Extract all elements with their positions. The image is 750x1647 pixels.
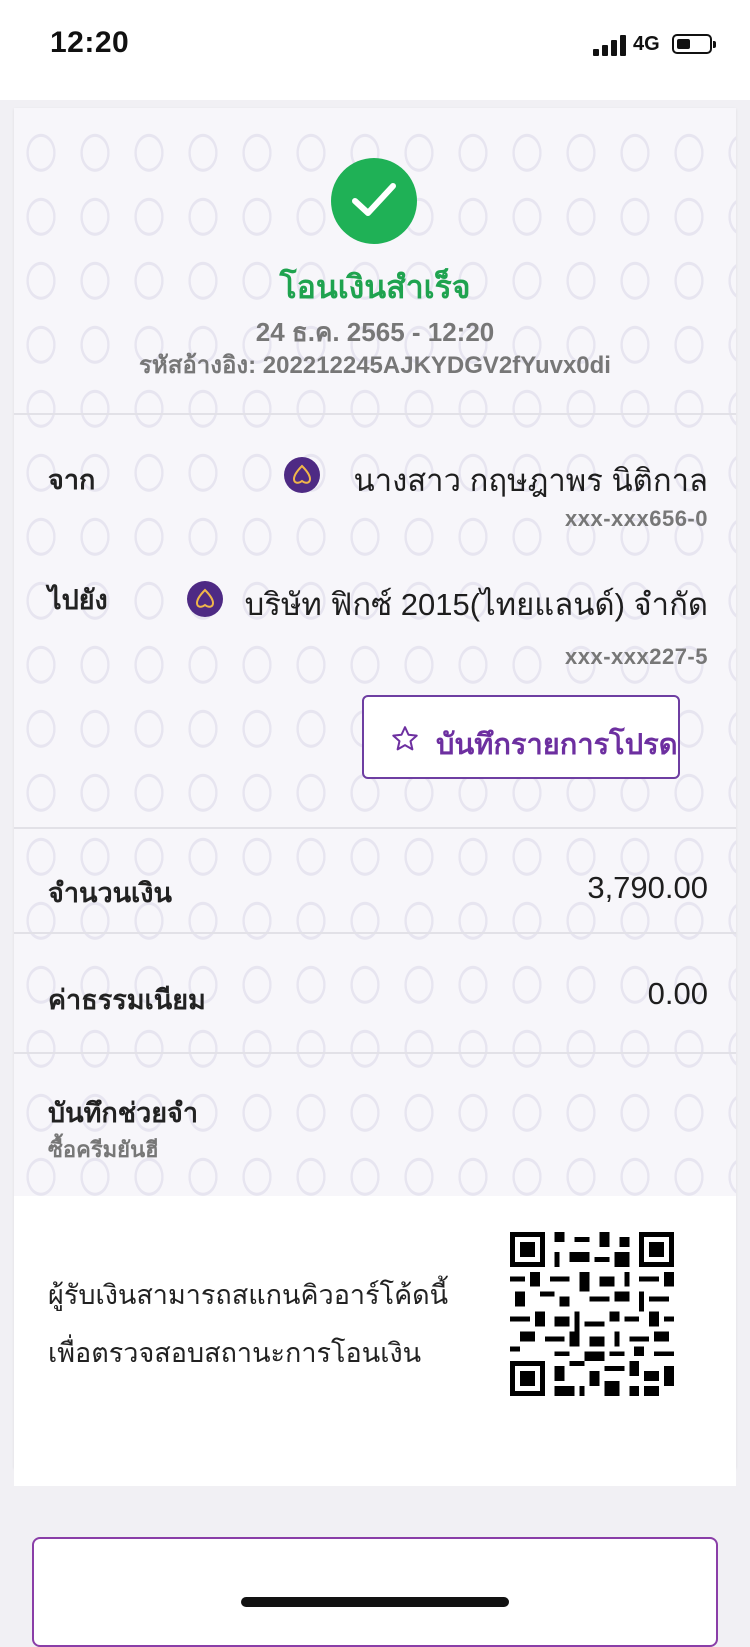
qr-instruction: ผู้รับเงินสามารถสแกนคิวอาร์โค้ดนี้ เพื่อ… [48,1266,488,1382]
memo-value: ซื้อครีมยันฮี [48,1137,159,1162]
divider [14,827,736,829]
signal-icon [593,34,627,56]
success-check-icon [331,158,417,244]
qr-code-icon [510,1232,674,1396]
divider [14,413,736,415]
bank-logo-icon [284,457,320,493]
save-favorite-label: บันทึกรายการโปรด [436,729,678,761]
home-indicator[interactable] [241,1597,509,1607]
reference-code: รหัสอ้างอิง: 202212245AJKYDGV2fYuvx0di [139,352,611,379]
save-favorite-button[interactable]: บันทึกรายการโปรด [362,695,680,779]
qr-instruction-line1: ผู้รับเงินสามารถสแกนคิวอาร์โค้ดนี้ [48,1280,449,1310]
recipient-account: xxx-xxx227-5 [564,644,708,669]
sender-name: นางสาว กฤษฎาพร นิติกาล [353,463,708,498]
transfer-receipt: โอนเงินสำเร็จ 24 ธ.ค. 2565 - 12:20 รหัสอ… [14,108,736,1486]
amount-value: 3,790.00 [587,870,708,905]
memo-label: บันทึกช่วยจำ [48,1098,199,1128]
bottom-action-card[interactable] [32,1537,718,1647]
divider [14,1052,736,1054]
status-bar: 12:20 4G [0,0,750,100]
recipient-name: บริษัท ฟิกซ์ 2015(ไทยแลนด์) จำกัด [244,587,708,622]
amount-label: จำนวนเงิน [48,878,172,908]
receipt-title: โอนเงินสำเร็จ [279,269,471,305]
bank-logo-icon [187,581,223,617]
qr-section: ผู้รับเงินสามารถสแกนคิวอาร์โค้ดนี้ เพื่อ… [14,1196,736,1486]
divider [14,932,736,934]
fee-label: ค่าธรรมเนียม [48,985,206,1015]
sender-account: xxx-xxx656-0 [564,506,708,531]
qr-instruction-line2: เพื่อตรวจสอบสถานะการโอนเงิน [48,1338,422,1368]
star-outline-icon [392,726,418,751]
network-type: 4G [633,33,660,55]
status-time: 12:20 [50,26,130,59]
battery-icon [672,34,716,54]
fee-value: 0.00 [647,976,708,1011]
receipt-torn-edge [14,1460,736,1482]
from-label: จาก [48,465,96,495]
to-label: ไปยัง [48,585,108,615]
